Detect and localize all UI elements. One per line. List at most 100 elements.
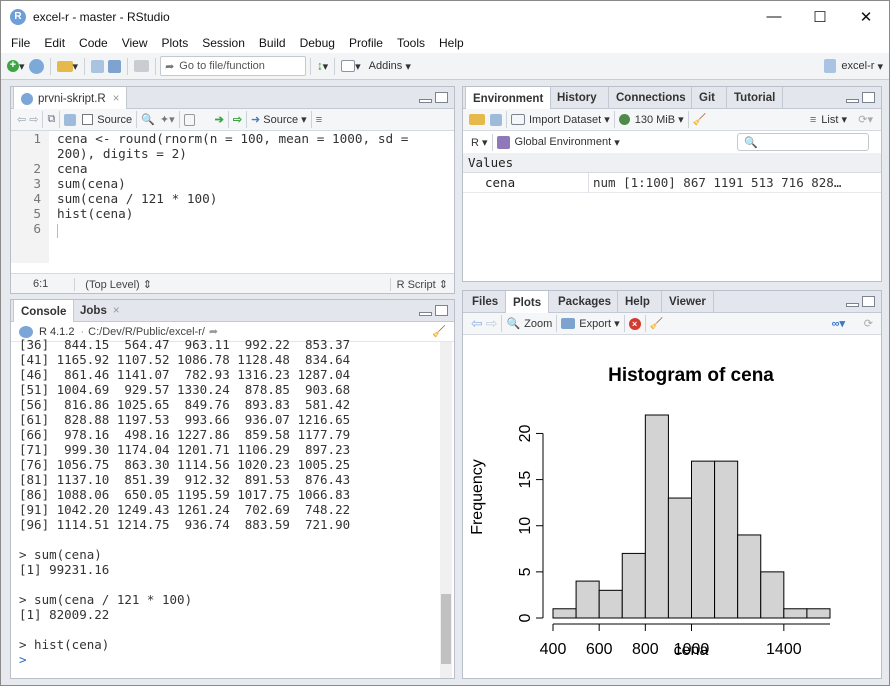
pane-layout-icon[interactable]: ▾ <box>339 56 363 76</box>
publish-icon[interactable]: ∞▾ <box>832 317 845 330</box>
save-all-icon[interactable] <box>106 56 123 76</box>
menu-bar: File Edit Code View Plots Session Build … <box>1 32 889 53</box>
env-search-input[interactable]: 🔍 <box>737 133 869 151</box>
minimize-plots-icon[interactable] <box>846 303 859 307</box>
histogram-bar <box>644 414 669 619</box>
new-file-icon[interactable]: + ▾ <box>5 56 27 76</box>
histogram-bar <box>783 608 808 619</box>
menu-help[interactable]: Help <box>432 36 471 50</box>
menu-view[interactable]: View <box>115 36 155 50</box>
tab-console[interactable]: Console <box>13 300 75 323</box>
tab-plots[interactable]: Plots <box>505 291 550 314</box>
import-dataset-button[interactable]: Import Dataset ▾ <box>511 113 610 126</box>
rerun-icon[interactable]: ⇨ <box>233 113 242 126</box>
search-icon[interactable]: 🔍 <box>141 113 155 126</box>
previous-plot-icon[interactable]: ⇦ <box>471 315 483 332</box>
source-button[interactable]: ➜ Source ▾ <box>251 113 307 127</box>
refresh-plot-icon[interactable]: ⟳ <box>864 317 873 330</box>
scrollbar-thumb[interactable] <box>441 594 451 664</box>
tab-viewer[interactable]: Viewer <box>661 291 714 313</box>
working-directory[interactable]: C:/Dev/R/Public/excel-r/ <box>88 326 205 338</box>
view-mode-selector[interactable]: ≡ List ▾ <box>810 113 847 127</box>
remove-plot-icon[interactable]: × <box>628 317 641 330</box>
maximize-button[interactable]: ☐ <box>797 1 843 32</box>
forward-arrow-icon[interactable]: ⇨ <box>29 113 38 126</box>
variable-row[interactable]: cena num [1:100] 867 1191 513 716 828… <box>463 173 881 193</box>
tab-jobs[interactable]: Jobs × <box>73 300 127 322</box>
project-menu[interactable]: excel-r ▾ <box>822 56 885 76</box>
close-tab-icon[interactable]: × <box>113 93 120 105</box>
menu-tools[interactable]: Tools <box>390 36 432 50</box>
menu-profile[interactable]: Profile <box>342 36 390 50</box>
maximize-console-icon[interactable] <box>435 305 448 316</box>
version-control-icon[interactable]: ↨ ▾ <box>315 56 330 76</box>
console-output[interactable]: [36] 844.15 564.47 963.11 992.22 853.37[… <box>19 337 439 673</box>
save-icon[interactable] <box>89 56 106 76</box>
print-icon[interactable] <box>132 56 151 76</box>
y-tick-label: 15 <box>517 471 534 489</box>
code-area[interactable]: 1 cena <- round(rnorm(n = 100, mean = 100… <box>11 131 454 263</box>
next-plot-icon[interactable]: ⇨ <box>486 315 498 332</box>
r-file-icon <box>21 92 33 105</box>
save-workspace-icon[interactable] <box>490 113 502 126</box>
goto-file-function[interactable]: ➦ Go to file/function <box>160 56 307 76</box>
refresh-env-icon[interactable]: ⟳▾ <box>858 113 873 126</box>
memory-usage[interactable]: 130 MiB ▾ <box>618 113 684 126</box>
tab-help[interactable]: Help <box>617 291 657 313</box>
maximize-pane-icon[interactable] <box>435 92 448 103</box>
back-arrow-icon[interactable]: ⇦ <box>17 113 26 126</box>
menu-file[interactable]: File <box>4 36 37 50</box>
scope-selector[interactable]: (Top Level) ⇕ <box>74 277 152 291</box>
file-type-selector[interactable]: R Script ⇕ <box>389 277 448 291</box>
line-text: 200), digits = 2) <box>57 146 187 161</box>
menu-debug[interactable]: Debug <box>293 36 342 50</box>
menu-edit[interactable]: Edit <box>37 36 72 50</box>
language-selector[interactable]: R ▾ <box>471 136 488 149</box>
tab-packages[interactable]: Packages <box>551 291 618 313</box>
histogram-bar <box>806 608 831 619</box>
save-editor-icon[interactable] <box>64 113 77 126</box>
menu-build[interactable]: Build <box>252 36 293 50</box>
tab-environment[interactable]: Environment <box>465 87 552 110</box>
minimize-button[interactable]: — <box>751 1 797 32</box>
menu-code[interactable]: Code <box>72 36 115 50</box>
scope-selector-env[interactable]: Global Environment ▾ <box>496 135 620 149</box>
tab-connections[interactable]: Connections <box>608 87 693 109</box>
menu-session[interactable]: Session <box>195 36 252 50</box>
open-file-icon[interactable]: ▾ <box>55 56 81 76</box>
console-output-line: [76] 1056.75 863.30 1114.56 1020.23 1005… <box>19 457 351 472</box>
show-in-window-icon[interactable]: ⧉ <box>47 113 55 126</box>
clear-objects-icon[interactable]: 🧹 <box>693 113 707 126</box>
close-button[interactable]: ✕ <box>843 1 889 32</box>
export-button[interactable]: Export ▾ <box>561 317 620 330</box>
minimize-console-icon[interactable] <box>419 312 432 316</box>
menu-plots[interactable]: Plots <box>155 36 196 50</box>
close-jobs-icon[interactable]: × <box>113 305 120 317</box>
maximize-plots-icon[interactable] <box>862 296 875 307</box>
new-project-icon[interactable] <box>27 56 46 76</box>
tab-git[interactable]: Git <box>691 87 722 109</box>
console-output-line: [71] 999.30 1174.04 1201.71 1106.29 897.… <box>19 442 351 457</box>
outline-icon[interactable]: ≡ <box>316 114 322 126</box>
minimize-env-icon[interactable] <box>846 99 859 103</box>
tab-tutorial[interactable]: Tutorial <box>726 87 784 109</box>
minimize-pane-icon[interactable] <box>419 99 432 103</box>
histogram-bar <box>691 460 716 619</box>
y-tick-label: 20 <box>517 424 534 442</box>
addins-menu[interactable]: Addins ▾ <box>363 56 413 76</box>
compile-report-icon[interactable] <box>183 113 195 126</box>
clear-plots-icon[interactable]: 🧹 <box>650 317 664 330</box>
magic-wand-icon[interactable]: ✦▾ <box>160 113 175 126</box>
plots-toolbar: ⇦ ⇨ 🔍 Zoom Export ▾ × 🧹 ∞▾ ⟳ <box>463 313 881 335</box>
x-tick-label: 1400 <box>766 641 802 658</box>
tab-prvni-skript[interactable]: prvni-skript.R × <box>13 87 128 110</box>
tab-files[interactable]: Files <box>465 291 505 313</box>
tab-history[interactable]: History <box>550 87 604 109</box>
source-on-save-checkbox[interactable] <box>82 114 94 125</box>
console-output-line: [91] 1042.20 1249.43 1261.24 702.69 748.… <box>19 502 351 517</box>
zoom-button[interactable]: 🔍 Zoom <box>506 317 552 331</box>
run-icon[interactable]: ➔ <box>215 113 224 126</box>
load-workspace-icon[interactable] <box>469 114 485 125</box>
console-scrollbar[interactable] <box>440 342 452 678</box>
maximize-env-icon[interactable] <box>862 92 875 103</box>
